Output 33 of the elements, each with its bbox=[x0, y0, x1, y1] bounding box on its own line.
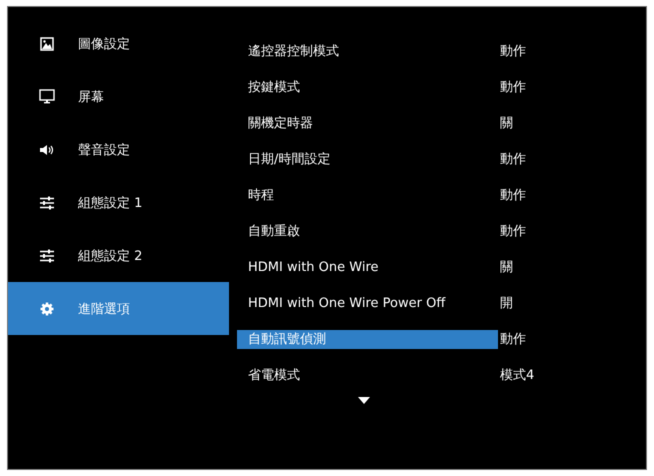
setting-value: 關 bbox=[500, 259, 513, 276]
setting-value: 關 bbox=[500, 115, 513, 132]
setting-item[interactable]: 自動重啟 bbox=[237, 222, 498, 240]
sidebar-item[interactable]: 組態設定 2 bbox=[8, 229, 229, 282]
setting-value: 動作 bbox=[500, 151, 526, 168]
down-arrow-icon bbox=[358, 397, 370, 404]
gear-icon bbox=[40, 302, 54, 316]
setting-value: 模式4 bbox=[500, 367, 534, 384]
setting-item[interactable]: 日期/時間設定 bbox=[237, 150, 498, 168]
setting-value: 動作 bbox=[500, 187, 526, 204]
setting-value: 開 bbox=[500, 295, 513, 312]
sidebar-item[interactable]: 進階選項 bbox=[8, 282, 229, 335]
picture-icon bbox=[40, 36, 54, 50]
monitor-icon bbox=[39, 89, 55, 104]
setting-item[interactable]: 關機定時器 bbox=[237, 114, 498, 132]
setting-item[interactable]: 自動訊號偵測 bbox=[237, 330, 498, 348]
sliders-icon bbox=[39, 196, 55, 210]
setting-value: 動作 bbox=[500, 43, 526, 60]
setting-value: 動作 bbox=[500, 223, 526, 240]
setting-value: 動作 bbox=[500, 331, 526, 348]
setting-item[interactable]: 時程 bbox=[237, 186, 498, 204]
setting-value: 動作 bbox=[500, 79, 526, 96]
sidebar-item[interactable]: 聲音設定 bbox=[8, 123, 229, 176]
speaker-icon bbox=[39, 144, 55, 156]
setting-item[interactable]: HDMI with One Wire Power Off bbox=[237, 294, 498, 312]
setting-item[interactable]: 按鍵模式 bbox=[237, 78, 498, 96]
sliders-icon bbox=[39, 248, 55, 262]
sidebar-item[interactable]: 圖像設定 bbox=[8, 17, 229, 70]
sidebar-item[interactable]: 組態設定 1 bbox=[8, 176, 229, 229]
setting-item[interactable]: HDMI with One Wire bbox=[237, 258, 498, 276]
setting-item[interactable]: 遙控器控制模式 bbox=[237, 42, 498, 60]
sidebar-item[interactable]: 屏幕 bbox=[8, 70, 229, 123]
setting-item[interactable]: 省電模式 bbox=[237, 366, 498, 384]
